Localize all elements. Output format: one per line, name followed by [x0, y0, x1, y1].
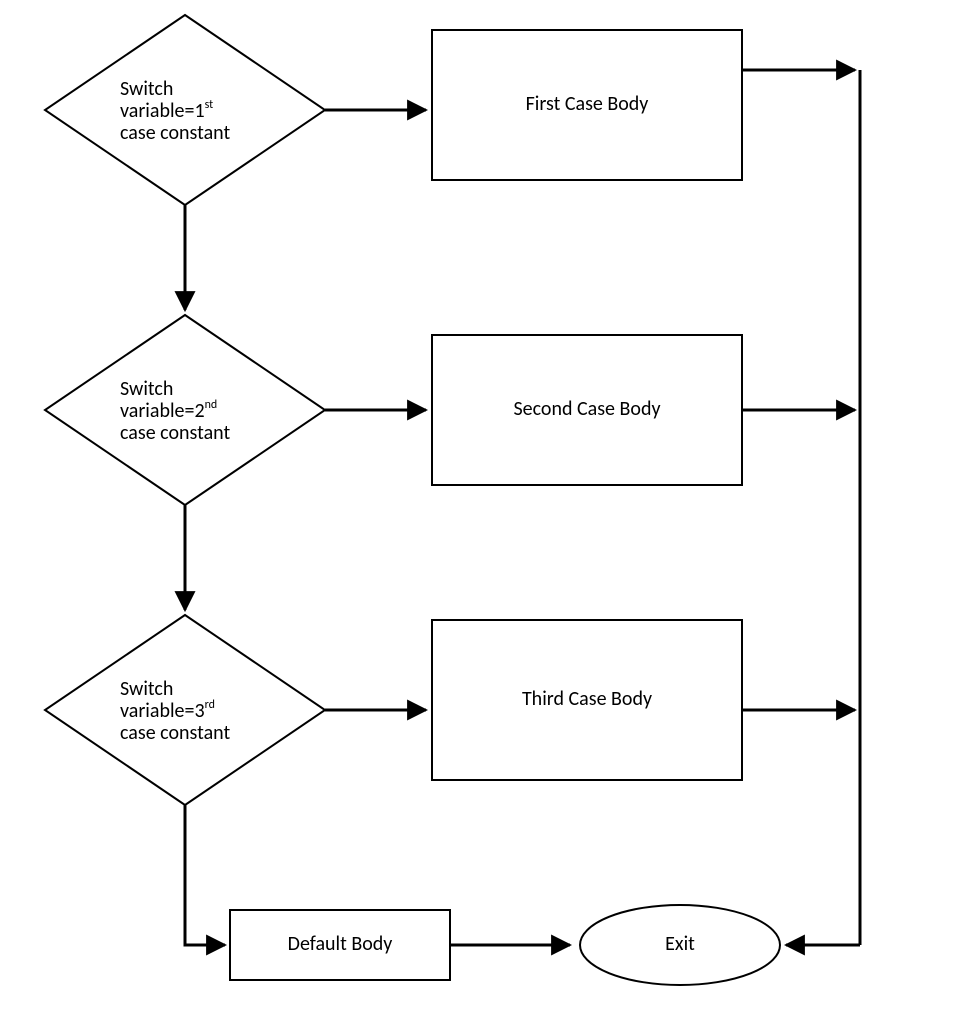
- process-2-label: Second Case Body: [513, 397, 660, 421]
- decision-3-line3: case constant: [120, 721, 230, 745]
- decision-1-line1: Switch: [120, 77, 173, 101]
- process-second-case-body: Second Case Body: [432, 335, 742, 485]
- arrow-d3-to-default: [185, 805, 225, 945]
- terminator-exit: Exit: [580, 905, 780, 985]
- default-label: Default Body: [288, 932, 393, 956]
- process-1-label: First Case Body: [526, 92, 649, 116]
- decision-1-line3: case constant: [120, 121, 230, 145]
- decision-switch-3: Switch variable=3rd case constant: [45, 615, 325, 805]
- decision-1-line2: variable=1st: [120, 98, 213, 123]
- process-first-case-body: First Case Body: [432, 30, 742, 180]
- decision-switch-1: Switch variable=1st case constant: [45, 15, 325, 205]
- decision-switch-2: Switch variable=2nd case constant: [45, 315, 325, 505]
- process-3-label: Third Case Body: [522, 687, 652, 711]
- decision-3-line1: Switch: [120, 677, 173, 701]
- decision-2-line1: Switch: [120, 377, 173, 401]
- process-third-case-body: Third Case Body: [432, 620, 742, 780]
- decision-2-line3: case constant: [120, 421, 230, 445]
- decision-2-line2: variable=2nd: [120, 398, 217, 423]
- process-default-body: Default Body: [230, 910, 450, 980]
- decision-3-line2: variable=3rd: [120, 698, 215, 723]
- exit-label: Exit: [665, 932, 695, 956]
